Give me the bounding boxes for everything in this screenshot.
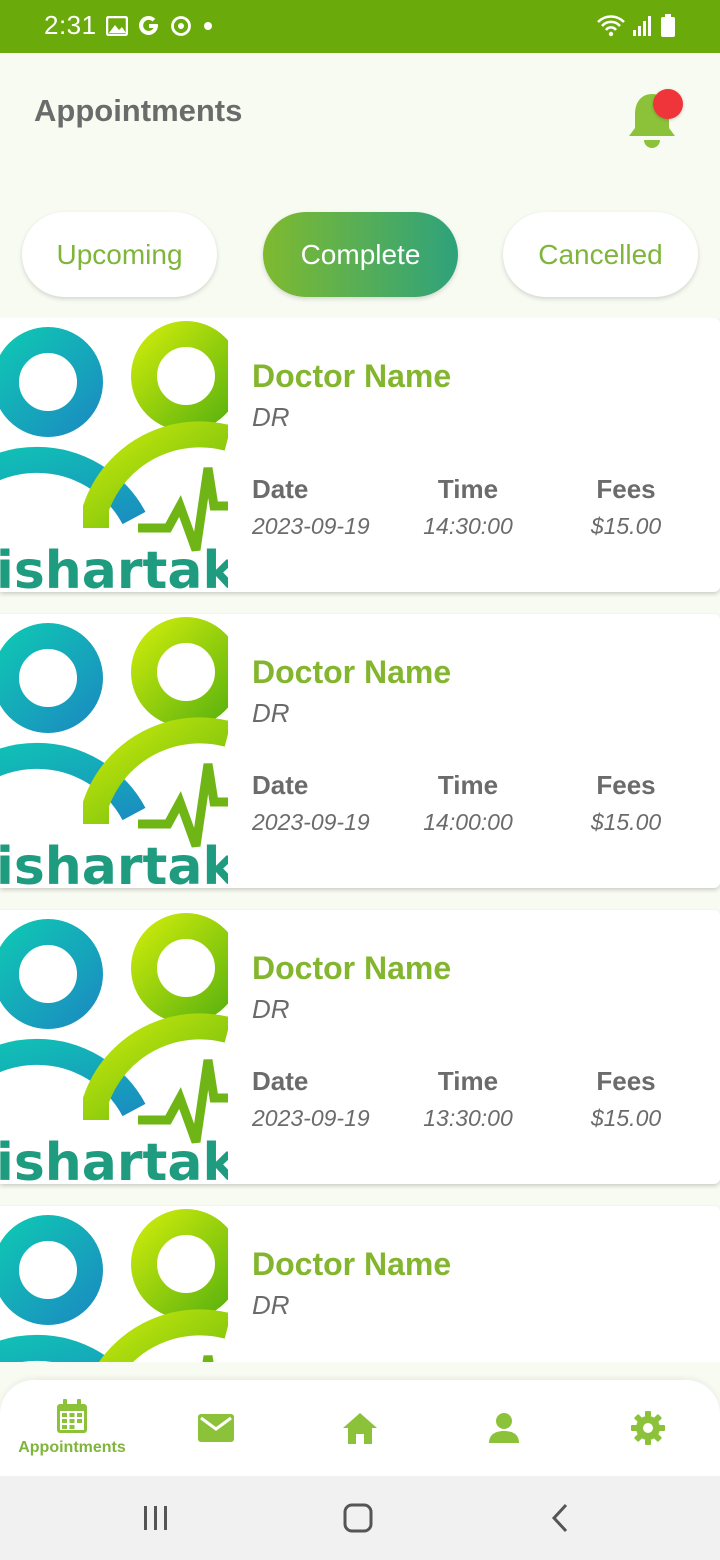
dot-icon xyxy=(204,22,212,30)
doctor-name: Doctor Name xyxy=(252,1246,452,1282)
tab-cancelled[interactable]: Cancelled xyxy=(503,212,698,297)
fees-value: $15.00 xyxy=(590,1105,662,1131)
fees-label: Fees xyxy=(596,474,656,504)
nav-home[interactable] xyxy=(320,1380,400,1476)
fees-value: $15.00 xyxy=(590,513,662,539)
home-square-icon xyxy=(343,1503,373,1533)
doctor-title: DR xyxy=(252,1290,290,1320)
recent-apps-icon xyxy=(144,1506,167,1530)
fees-column: Fees $15.00 xyxy=(546,474,706,540)
status-right-icons xyxy=(596,12,676,40)
fees-label: Fees xyxy=(596,770,656,800)
appointment-card[interactable]: ishartak Doctor Name DR Date 2023-09-19 … xyxy=(0,318,720,592)
doctor-title: DR xyxy=(252,698,290,728)
tab-upcoming[interactable]: Upcoming xyxy=(22,212,217,297)
tab-complete[interactable]: Complete xyxy=(263,212,458,297)
ishartak-logo: ishartak xyxy=(0,321,228,592)
time-column: Time 14:30:00 xyxy=(388,474,548,540)
ishartak-logo: ishartak xyxy=(0,617,228,888)
nav-settings[interactable] xyxy=(608,1380,688,1476)
back-button[interactable] xyxy=(530,1498,590,1538)
recent-apps-button[interactable] xyxy=(126,1498,186,1538)
page-title: Appointments xyxy=(34,93,243,128)
ishartak-logo: ishartak xyxy=(0,913,228,1184)
back-icon xyxy=(551,1503,568,1533)
doctor-name: Doctor Name xyxy=(252,950,452,986)
image-icon xyxy=(106,16,128,36)
doctor-title: DR xyxy=(252,402,290,432)
fees-label: Fees xyxy=(596,1066,656,1096)
time-column: Time 13:30:00 xyxy=(388,1066,548,1132)
tab-label: Upcoming xyxy=(56,238,183,270)
logo-text: ishartak xyxy=(0,541,228,592)
sync-icon xyxy=(171,16,191,36)
signal-icon xyxy=(633,16,651,36)
appointment-card[interactable]: ishartak Doctor Name DR Date 2023-09-19 … xyxy=(0,910,720,1184)
fees-column: Fees $15.00 xyxy=(546,1066,706,1132)
ishartak-logo: ishartak xyxy=(0,1209,228,1362)
nav-appointments[interactable]: Appointments xyxy=(12,1380,132,1476)
status-bar: 2:31 xyxy=(0,0,720,53)
calendar-icon xyxy=(57,1399,87,1433)
person-icon xyxy=(489,1413,519,1443)
app-header: Appointments xyxy=(0,53,720,183)
nav-messages[interactable] xyxy=(176,1380,256,1476)
doctor-name: Doctor Name xyxy=(252,654,452,690)
time-label: Time xyxy=(437,1066,499,1096)
home-button[interactable] xyxy=(328,1498,388,1538)
notification-badge xyxy=(653,89,683,119)
tab-label: Cancelled xyxy=(538,238,663,270)
tab-label: Complete xyxy=(300,238,421,270)
appointment-list: ishartak Doctor Name DR Date 2023-09-19 … xyxy=(0,318,720,1362)
wifi-icon xyxy=(597,15,625,37)
bottom-nav: Appointments xyxy=(0,1380,720,1476)
doctor-title: DR xyxy=(252,994,290,1024)
appointment-card[interactable]: ishartak Doctor Name DR Date 2023-09-19 … xyxy=(0,614,720,888)
doctor-name: Doctor Name xyxy=(252,358,452,394)
gear-icon xyxy=(631,1411,665,1445)
appointment-tabs: Upcoming Complete Cancelled xyxy=(0,212,720,298)
nav-label: Appointments xyxy=(18,1439,126,1456)
logo-text: ishartak xyxy=(0,837,228,888)
status-left-icons xyxy=(106,12,214,40)
mail-icon xyxy=(198,1414,234,1442)
time-label: Time xyxy=(437,474,499,504)
fees-value: $15.00 xyxy=(590,809,662,835)
status-time: 2:31 xyxy=(44,10,97,40)
system-nav-bar xyxy=(0,1476,720,1560)
time-value: 14:30:00 xyxy=(423,513,513,539)
home-icon xyxy=(343,1413,377,1444)
battery-icon xyxy=(661,14,675,37)
time-value: 13:30:00 xyxy=(423,1105,513,1131)
fees-column: Fees $15.00 xyxy=(546,770,706,836)
time-value: 14:00:00 xyxy=(423,809,513,835)
time-column: Time 14:00:00 xyxy=(388,770,548,836)
nav-profile[interactable] xyxy=(464,1380,544,1476)
time-label: Time xyxy=(437,770,499,800)
logo-text: ishartak xyxy=(0,1133,228,1184)
google-icon xyxy=(139,15,158,35)
appointment-card[interactable]: ishartak Doctor Name DR xyxy=(0,1206,720,1362)
